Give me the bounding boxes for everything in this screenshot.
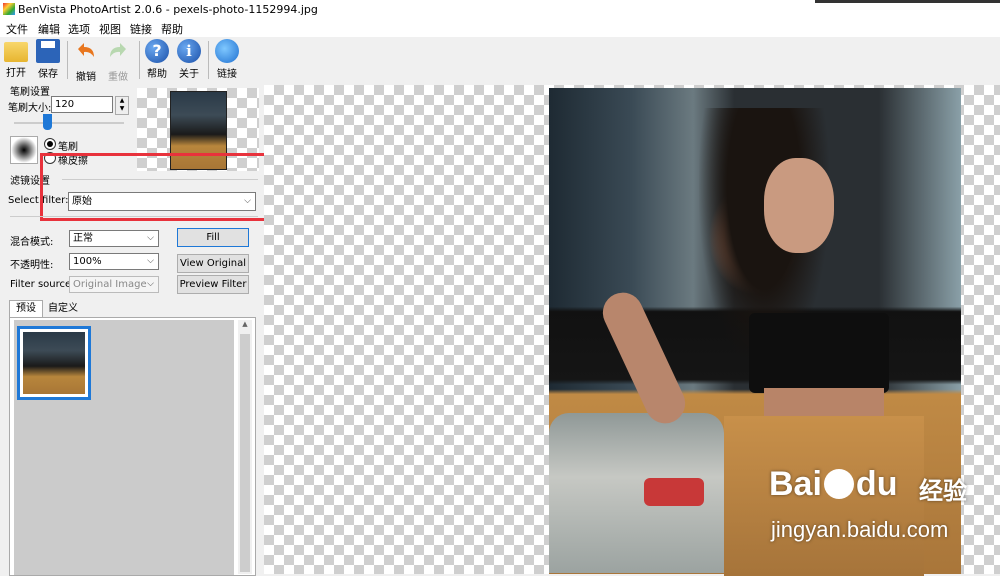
scroll-up-icon[interactable]: ▲ [238,320,252,332]
brush-preview-icon [10,136,38,164]
opacity-dropdown[interactable]: 100% ⌵ [69,253,159,270]
help-button[interactable]: ? 帮助 [141,39,173,80]
undo-button[interactable]: 撤销 [70,39,102,83]
about-button[interactable]: i 关于 [173,39,205,80]
opacity-label: 不透明性: [10,260,54,271]
blend-divider [10,216,258,217]
filter-source-dropdown[interactable]: Original Image ⌵ [69,276,159,293]
brush-size-label: 笔刷大小: [8,103,52,114]
menu-edit[interactable]: 编辑 [38,21,60,37]
watermark-cn: 经验 [919,477,967,505]
redo-button[interactable]: 重做 [102,39,134,83]
menu-file[interactable]: 文件 [6,21,28,37]
brush-size-slider-thumb[interactable] [43,114,52,130]
preset-list: ▲ [9,317,256,576]
annotation-highlight-box [40,153,276,221]
canvas-area[interactable]: Bai du 经验 jingyan.baidu.com [264,85,1000,576]
tab-presets[interactable]: 预设 [9,300,43,318]
help-icon: ? [145,39,169,63]
photo-face [764,158,834,253]
redo-icon [110,43,126,57]
window-title: BenVista PhotoArtist 2.0.6 - pexels-phot… [18,3,318,16]
watermark-brand-2: du [855,465,898,503]
brush-radio[interactable] [44,138,56,150]
open-button[interactable]: 打开 [0,39,32,79]
fill-button[interactable]: Fill [177,228,249,247]
watermark-url: jingyan.baidu.com [771,517,949,542]
brush-radio-label: 笔刷 [58,142,78,153]
menu-help[interactable]: 帮助 [161,21,183,37]
toolbar-separator [67,41,68,79]
menu-options[interactable]: 选项 [68,21,90,37]
blend-mode-label: 混合模式: [10,237,54,248]
watermark: Bai du 经验 jingyan.baidu.com [769,465,999,565]
toolbar-separator [208,41,209,79]
toolbar-separator [139,41,140,79]
preview-filter-button[interactable]: Preview Filter [177,275,249,294]
photo-midriff [764,388,884,418]
chevron-down-icon: ⌵ [147,233,154,243]
blend-mode-dropdown[interactable]: 正常 ⌵ [69,230,159,247]
menu-link[interactable]: 链接 [130,21,152,37]
folder-icon [4,42,28,62]
save-button[interactable]: 保存 [32,39,64,80]
title-bar: BenVista PhotoArtist 2.0.6 - pexels-phot… [0,0,1000,19]
preset-thumbnail[interactable] [17,326,91,400]
photo-arm [596,286,692,430]
chevron-down-icon: ⌵ [147,279,154,289]
brush-size-input[interactable]: 120 [51,96,113,113]
brush-section-title: 笔刷设置 [10,87,50,98]
preset-scrollbar[interactable]: ▲ [238,320,252,574]
globe-icon [215,39,239,63]
floppy-icon [36,39,60,63]
link-button[interactable]: 链接 [211,39,243,80]
app-icon [3,3,15,15]
tab-custom[interactable]: 自定义 [43,301,83,316]
brush-size-spinner[interactable]: ▲ ▼ [115,96,129,115]
left-panel: 笔刷设置 笔刷大小: 120 ▲ ▼ 笔刷 橡皮擦 滤镜设置 Select fil… [0,83,276,576]
chevron-down-icon: ⌵ [147,256,154,266]
paw-icon [823,469,854,499]
filter-source-label: Filter source: [10,279,75,290]
photo-top [749,313,889,393]
undo-icon [78,43,94,57]
toolbar: 打开 保存 撤销 重做 ? 帮助 i 关于 链接 [0,37,1000,83]
info-icon: i [177,39,201,63]
menu-view[interactable]: 视图 [99,21,121,37]
brush-size-slider-track[interactable] [14,122,124,124]
menu-bar: 文件 编辑 选项 视图 链接 帮助 [0,19,1000,38]
watermark-brand: Bai [769,465,822,503]
photo-taillight [644,478,704,506]
view-original-button[interactable]: View Original [177,254,249,273]
title-bar-edge [815,0,1000,3]
